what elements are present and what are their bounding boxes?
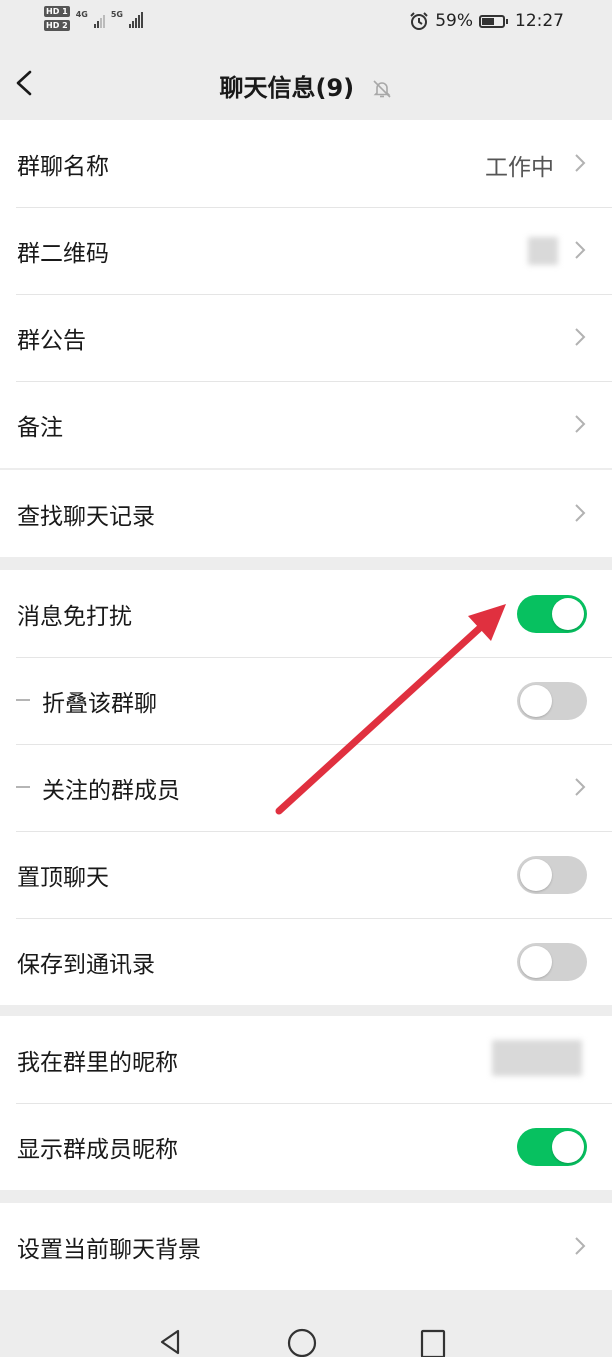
chevron-right-icon (575, 1237, 586, 1255)
search-history-row[interactable]: 查找聊天记录 (0, 470, 612, 557)
sub-item-dash (16, 786, 30, 788)
muted-bell-icon (372, 80, 391, 98)
toggle-knob (520, 946, 552, 978)
group-name-row[interactable]: 群聊名称 工作中 (0, 120, 612, 207)
followed-members-row[interactable]: 关注的群成员 (0, 744, 612, 831)
fold-chat-toggle[interactable] (517, 682, 587, 720)
nickname-value-blurred (492, 1040, 582, 1076)
battery-icon (479, 14, 508, 28)
signal-icon (128, 10, 143, 28)
followed-members-label: 关注的群成员 (42, 777, 180, 804)
toggle-knob (520, 859, 552, 891)
my-nickname-row[interactable]: 我在群里的昵称 (0, 1016, 612, 1103)
pin-chat-label: 置顶聊天 (17, 864, 109, 891)
mute-notifications-toggle[interactable] (517, 595, 587, 633)
fold-chat-row: 折叠该群聊 (0, 657, 612, 744)
chevron-right-icon (575, 415, 586, 433)
battery-percent: 59% (435, 11, 473, 31)
network-5g-label: 5G (110, 10, 123, 19)
nickname-section: 我在群里的昵称 显示群成员昵称 (0, 1016, 612, 1190)
remark-row[interactable]: 备注 (0, 381, 612, 468)
group-notice-row[interactable]: 群公告 (0, 294, 612, 381)
chat-background-row[interactable]: 设置当前聊天背景 (0, 1203, 612, 1290)
page-title-text: 聊天信息(9) (219, 74, 355, 102)
chat-settings-section: 消息免打扰 折叠该群聊 关注的群成员 置顶聊天 保存到通讯录 (0, 570, 612, 1005)
page-title: 聊天信息(9) (0, 68, 612, 103)
group-notice-label: 群公告 (17, 327, 86, 354)
group-name-label: 群聊名称 (17, 153, 109, 180)
my-nickname-label: 我在群里的昵称 (17, 1049, 178, 1076)
search-section: 查找聊天记录 (0, 470, 612, 557)
chat-background-label: 设置当前聊天背景 (17, 1236, 201, 1263)
group-info-section: 群聊名称 工作中 群二维码 群公告 备注 (0, 120, 612, 468)
save-to-contacts-row: 保存到通讯录 (0, 918, 612, 1005)
show-member-nicknames-label: 显示群成员昵称 (17, 1136, 178, 1163)
mute-notifications-label: 消息免打扰 (17, 603, 132, 630)
show-member-nicknames-row: 显示群成员昵称 (0, 1103, 612, 1190)
sub-item-dash (16, 699, 30, 701)
group-name-value: 工作中 (485, 155, 554, 181)
fold-chat-label: 折叠该群聊 (42, 690, 157, 717)
chevron-right-icon (575, 154, 586, 172)
clock: 12:27 (515, 11, 564, 31)
group-qrcode-label: 群二维码 (17, 240, 109, 267)
chevron-right-icon (575, 504, 586, 522)
toggle-knob (552, 598, 584, 630)
show-member-nicknames-toggle[interactable] (517, 1128, 587, 1166)
search-history-label: 查找聊天记录 (17, 503, 155, 530)
save-to-contacts-label: 保存到通讯录 (17, 951, 155, 978)
remark-label: 备注 (17, 414, 63, 441)
qrcode-thumbnail-blurred (528, 237, 558, 265)
pin-chat-toggle[interactable] (517, 856, 587, 894)
nav-bar: 聊天信息(9) (0, 46, 612, 120)
save-to-contacts-toggle[interactable] (517, 943, 587, 981)
hd2-badge: HD 2 (44, 20, 70, 31)
toggle-knob (552, 1131, 584, 1163)
chevron-right-icon (575, 241, 586, 259)
alarm-icon (410, 12, 428, 30)
pin-chat-row: 置顶聊天 (0, 831, 612, 918)
network-4g-label: 4G (75, 10, 88, 19)
system-nav-bar (0, 1309, 612, 1357)
toggle-knob (520, 685, 552, 717)
background-section: 设置当前聊天背景 (0, 1203, 612, 1290)
chevron-right-icon (575, 328, 586, 346)
hd1-badge: HD 1 (44, 6, 70, 17)
status-bar: HD 1 HD 2 4G 5G 59% 12:27 (0, 0, 612, 46)
chevron-right-icon (575, 778, 586, 796)
mute-notifications-row: 消息免打扰 (0, 570, 612, 657)
group-qrcode-row[interactable]: 群二维码 (0, 207, 612, 294)
signal-icon (93, 10, 105, 28)
